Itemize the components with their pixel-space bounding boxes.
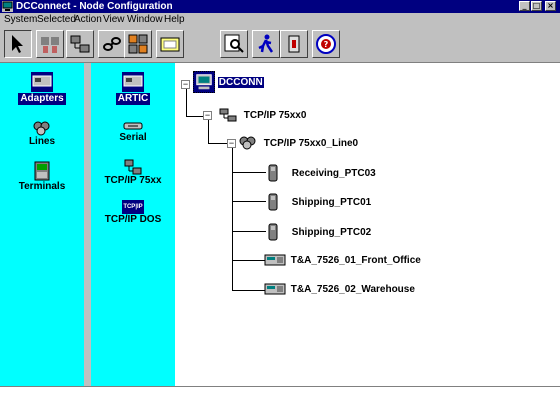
category-panel: Adapters Lines Terminals (0, 63, 84, 386)
maximize-button[interactable]: □ (531, 1, 542, 11)
handheld-terminal-icon (268, 164, 278, 182)
tree-node-terminal[interactable]: Receiving_PTC03 (267, 164, 376, 182)
tree-line (232, 260, 266, 261)
tree-line (186, 88, 187, 116)
people-tool-button[interactable] (36, 30, 64, 58)
tree-node-terminal[interactable]: Shipping_PTC01 (267, 193, 371, 211)
switch-tool-button[interactable] (280, 30, 308, 58)
run-tool-button[interactable] (252, 30, 280, 58)
computer-icon (193, 71, 215, 93)
menu-system[interactable]: System (4, 13, 37, 27)
tree-line (208, 119, 209, 143)
app-icon (2, 1, 13, 12)
tree-node-root[interactable]: DCCONN (193, 71, 264, 93)
nodes-tool-button[interactable] (66, 30, 94, 58)
config-icon (128, 34, 148, 54)
tree-node-terminal-label: Receiving_PTC03 (291, 167, 376, 179)
tcpip-collapse-toggle[interactable]: − (203, 111, 212, 120)
menu-selected[interactable]: Selected (37, 13, 76, 27)
tree-node-terminal-label: T&A_7526_01_Front_Office (290, 254, 421, 266)
status-area (0, 386, 560, 400)
tree-node-tcpip[interactable]: TCP/IP 75xx0 (219, 108, 306, 123)
svg-text:?: ? (324, 40, 329, 49)
line-collapse-toggle[interactable]: − (227, 139, 236, 148)
adapter-type-panel: ARTIC Serial TCP/IP 75xx TCP|IP TCP/IP D… (91, 63, 175, 386)
tree-line (232, 201, 266, 202)
switch-icon (288, 35, 300, 53)
tree-node-terminal[interactable]: T&A_7526_02_Warehouse (264, 282, 415, 297)
folder-icon (160, 37, 180, 52)
category-adapters-label: Adapters (18, 93, 66, 105)
tcpip-dos-icon: TCP|IP (122, 200, 144, 214)
search-icon (224, 34, 244, 53)
tree-node-terminal[interactable]: T&A_7526_01_Front_Office (264, 253, 421, 268)
panel-divider[interactable] (84, 63, 91, 386)
window-title: DCConnect - Node Configuration (16, 1, 173, 12)
menu-action[interactable]: Action (74, 13, 102, 27)
tree-node-terminal-label: Shipping_PTC01 (291, 196, 372, 208)
handheld-terminal-icon (268, 193, 278, 211)
tree-node-terminal-label: T&A_7526_02_Warehouse (290, 283, 415, 295)
toolbar: ? (0, 27, 560, 63)
folder-tool-button[interactable] (156, 30, 184, 58)
node-tree: − DCCONN − TCP/IP 75xx0 − TCP/IP 75xx0_L… (175, 63, 560, 386)
time-attendance-terminal-icon (264, 254, 286, 266)
help-icon: ? (316, 34, 336, 54)
lines-icon (239, 136, 256, 150)
adapter-tcpip-dos[interactable]: TCP|IP TCP/IP DOS (91, 200, 175, 226)
menu-window[interactable]: Window (127, 13, 163, 27)
adapter-serial-label: Serial (119, 132, 147, 143)
category-lines-label: Lines (28, 136, 56, 147)
run-icon (258, 34, 274, 53)
menu-bar: System Selected Action View Window Help (0, 13, 560, 27)
tree-line (232, 290, 266, 291)
people-icon (41, 37, 59, 53)
tree-node-terminal[interactable]: Shipping_PTC02 (267, 223, 371, 241)
chain-icon (103, 37, 121, 51)
tcpip-network-icon (124, 159, 142, 175)
tree-node-root-label: DCCONN (217, 76, 264, 88)
adapter-artic-label: ARTIC (115, 93, 151, 105)
pointer-tool-button[interactable] (4, 30, 32, 58)
tree-node-tcpip-label: TCP/IP 75xx0 (243, 109, 307, 121)
minimize-button[interactable]: _ (519, 1, 530, 11)
menu-view[interactable]: View (103, 13, 125, 27)
tree-node-line-label: TCP/IP 75xx0_Line0 (263, 137, 359, 149)
handheld-terminal-icon (268, 223, 278, 241)
category-adapters[interactable]: Adapters (0, 71, 84, 105)
tree-line (232, 172, 266, 173)
category-terminals[interactable]: Terminals (0, 161, 84, 193)
search-tool-button[interactable] (220, 30, 248, 58)
menu-help[interactable]: Help (164, 13, 185, 27)
tree-line (232, 231, 266, 232)
config-tool-button[interactable] (124, 30, 152, 58)
pointer-icon (12, 35, 23, 53)
root-collapse-toggle[interactable]: − (181, 80, 190, 89)
tree-line (232, 147, 233, 290)
link-tool-button[interactable] (98, 30, 126, 58)
tree-node-line[interactable]: TCP/IP 75xx0_Line0 (239, 136, 358, 151)
lines-icon (33, 121, 50, 136)
title-bar: DCConnect - Node Configuration _ □ × (0, 0, 560, 13)
category-terminals-label: Terminals (18, 181, 66, 192)
time-attendance-terminal-icon (264, 283, 286, 295)
adapter-icon (31, 72, 53, 92)
adapter-tcpip-75xx-label: TCP/IP 75xx (104, 175, 162, 186)
terminals-icon (34, 161, 50, 181)
close-button[interactable]: × (545, 1, 556, 11)
adapter-tcpip-75xx[interactable]: TCP/IP 75xx (91, 159, 175, 187)
tree-node-terminal-label: Shipping_PTC02 (291, 226, 372, 238)
adapter-serial[interactable]: Serial (91, 120, 175, 144)
tcpip-network-icon (219, 108, 237, 122)
artic-icon (122, 72, 144, 92)
serial-icon (123, 122, 143, 130)
category-lines[interactable]: Lines (0, 120, 84, 148)
adapter-tcpip-dos-label: TCP/IP DOS (104, 214, 162, 225)
nodes-icon (70, 35, 90, 53)
help-tool-button[interactable]: ? (312, 30, 340, 58)
adapter-artic[interactable]: ARTIC (91, 71, 175, 105)
